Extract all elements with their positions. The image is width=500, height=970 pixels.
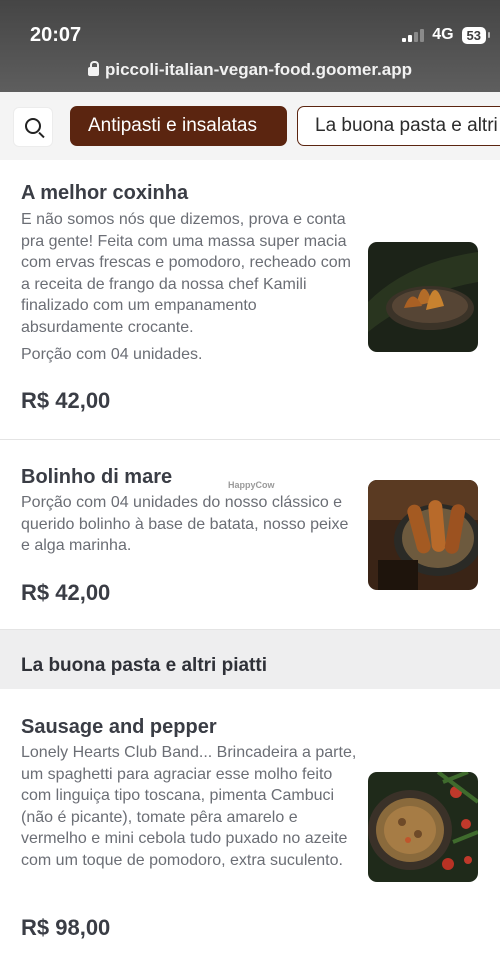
product-image-bolinho[interactable] [368,480,478,590]
tab-pasta[interactable]: La buona pasta e altri piatti [297,106,500,146]
product-description: E não somos nós que dizemos, prova e con… [21,211,351,336]
battery-icon: 53 [461,26,491,44]
product-card-bolinho[interactable]: Bolinho di mare Porção com 04 unidades d… [0,440,500,630]
product-title: Bolinho di mare [21,466,173,488]
section-title: La buona pasta e altri piatti [21,655,267,676]
tab-antipasti[interactable]: Antipasti e insalatas [70,106,287,146]
product-description: Lonely Hearts Club Band... Brincadeira a… [21,744,357,869]
browser-top-bar: 20:07 4G 53 piccoli-italian-vegan-food.g… [0,0,500,92]
product-image-sausage[interactable] [368,772,478,882]
product-description: Porção com 04 unidades do nosso clássico… [21,494,349,554]
product-price: R$ 98,00 [21,915,111,940]
product-note: Porção com 04 unidades. [21,346,203,363]
lock-icon [88,61,99,76]
network-label: 4G [432,26,454,43]
product-card-coxinha[interactable]: A melhor coxinha E não somos nós que diz… [0,160,500,440]
status-time: 20:07 [30,24,82,46]
product-image-coxinha[interactable] [368,242,478,352]
happycow-watermark: HappyCow [228,480,275,490]
product-title: Sausage and pepper [21,716,217,738]
category-tab-bar: Antipasti e insalatas La buona pasta e a… [0,92,500,160]
search-button[interactable] [13,107,53,147]
product-price: R$ 42,00 [21,388,111,413]
status-indicators: 4G 53 [402,26,491,44]
search-icon [25,118,41,134]
product-title: A melhor coxinha [21,182,189,204]
url-text: piccoli-italian-vegan-food.goomer.app [105,60,412,79]
product-price: R$ 42,00 [21,580,111,605]
signal-icon [402,28,425,42]
section-header-pasta: La buona pasta e altri piatti [0,630,500,689]
product-card-sausage[interactable]: Sausage and pepper Lonely Hearts Club Ba… [0,689,500,970]
address-bar[interactable]: piccoli-italian-vegan-food.goomer.app [0,60,500,80]
